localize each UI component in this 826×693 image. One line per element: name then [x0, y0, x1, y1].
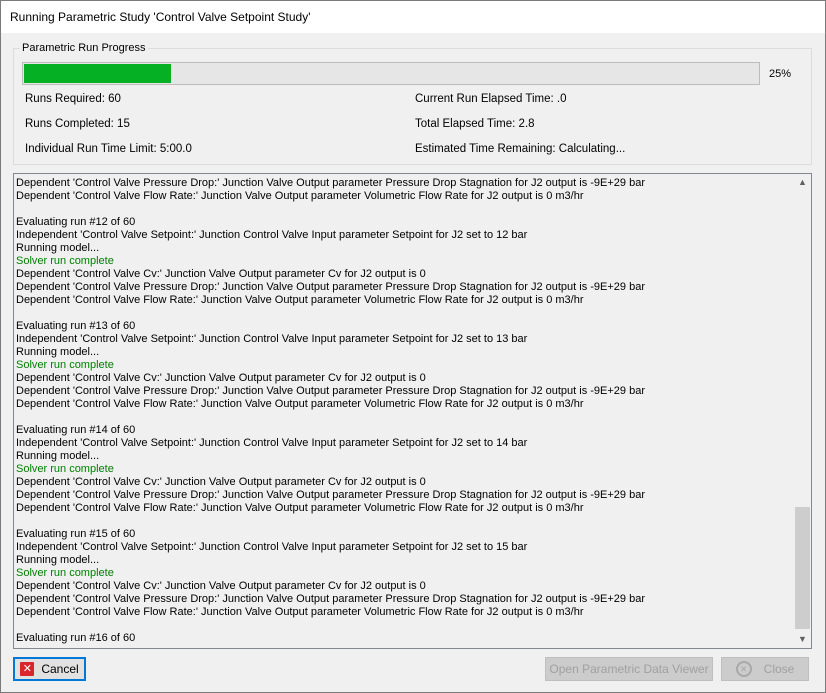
log-line: Dependent 'Control Valve Cv:' Junction V…: [16, 268, 426, 280]
progress-bar: [22, 62, 760, 85]
cancel-button-label: Cancel: [41, 662, 79, 676]
run-time-limit-label: Individual Run Time Limit: 5:00.0: [25, 143, 192, 155]
close-circle-icon: ✕: [735, 661, 752, 677]
log-line: Running model...: [16, 554, 100, 566]
log-line: Dependent 'Control Valve Flow Rate:' Jun…: [16, 606, 584, 618]
log-line: Running model...: [16, 242, 100, 254]
log-vertical-scrollbar[interactable]: ▲ ▼: [794, 174, 811, 648]
log-line: Dependent 'Control Valve Pressure Drop:'…: [16, 281, 645, 293]
close-button-label: Close: [763, 662, 795, 676]
cancel-x-icon: ✕: [20, 662, 35, 676]
log-line: Dependent 'Control Valve Flow Rate:' Jun…: [16, 294, 584, 306]
log-line: Evaluating run #13 of 60: [16, 320, 136, 332]
scroll-down-arrow-icon[interactable]: ▼: [794, 631, 811, 648]
log-line: Running model...: [16, 346, 100, 358]
log-line: Evaluating run #12 of 60: [16, 216, 136, 228]
parametric-run-dialog: Running Parametric Study 'Control Valve …: [0, 0, 826, 693]
runs-required-label: Runs Required: 60: [25, 93, 121, 105]
run-log-lines: Dependent 'Control Valve Pressure Drop:'…: [16, 177, 792, 645]
log-line: Evaluating run #15 of 60: [16, 528, 136, 540]
log-line: Dependent 'Control Valve Flow Rate:' Jun…: [16, 398, 584, 410]
log-line: Dependent 'Control Valve Cv:' Junction V…: [16, 372, 426, 384]
run-log-textbox[interactable]: Dependent 'Control Valve Pressure Drop:'…: [13, 173, 812, 649]
log-line: Dependent 'Control Valve Cv:' Junction V…: [16, 476, 426, 488]
log-line: Independent 'Control Valve Setpoint:' Ju…: [16, 541, 528, 553]
window-title: Running Parametric Study 'Control Valve …: [10, 10, 311, 24]
title-bar[interactable]: Running Parametric Study 'Control Valve …: [1, 1, 825, 33]
log-line: Evaluating run #16 of 60: [16, 632, 136, 644]
log-line-solver-complete: Solver run complete: [16, 567, 114, 579]
progress-group-legend: Parametric Run Progress: [20, 42, 148, 54]
open-viewer-button-label: Open Parametric Data Viewer: [549, 662, 709, 676]
log-line: Evaluating run #14 of 60: [16, 424, 136, 436]
log-line: Independent 'Control Valve Setpoint:' Ju…: [16, 229, 528, 241]
log-line: Dependent 'Control Valve Pressure Drop:'…: [16, 385, 645, 397]
log-line-solver-complete: Solver run complete: [16, 255, 114, 267]
runs-completed-label: Runs Completed: 15: [25, 118, 130, 130]
log-line: Independent 'Control Valve Setpoint:' Ju…: [16, 333, 528, 345]
log-line: Dependent 'Control Valve Cv:' Junction V…: [16, 580, 426, 592]
scroll-thumb[interactable]: [795, 507, 810, 629]
scroll-up-arrow-icon[interactable]: ▲: [794, 174, 811, 191]
estimated-remaining-label: Estimated Time Remaining: Calculating...: [415, 143, 626, 155]
log-line: Dependent 'Control Valve Flow Rate:' Jun…: [16, 190, 584, 202]
log-line: Dependent 'Control Valve Pressure Drop:'…: [16, 489, 645, 501]
log-line-solver-complete: Solver run complete: [16, 359, 114, 371]
cancel-button[interactable]: ✕ Cancel: [13, 657, 86, 681]
progress-percent-label: 25%: [769, 68, 792, 80]
open-parametric-data-viewer-button[interactable]: Open Parametric Data Viewer: [545, 657, 713, 681]
log-line: Dependent 'Control Valve Pressure Drop:'…: [16, 177, 645, 189]
log-line: Dependent 'Control Valve Pressure Drop:'…: [16, 593, 645, 605]
log-line-solver-complete: Solver run complete: [16, 463, 114, 475]
log-line: Running model...: [16, 450, 100, 462]
log-line: Dependent 'Control Valve Flow Rate:' Jun…: [16, 502, 584, 514]
progress-bar-fill: [24, 64, 171, 83]
total-elapsed-label: Total Elapsed Time: 2.8: [415, 118, 535, 130]
current-run-elapsed-label: Current Run Elapsed Time: .0: [415, 93, 567, 105]
log-line: Independent 'Control Valve Setpoint:' Ju…: [16, 437, 528, 449]
close-button[interactable]: ✕ Close: [721, 657, 809, 681]
